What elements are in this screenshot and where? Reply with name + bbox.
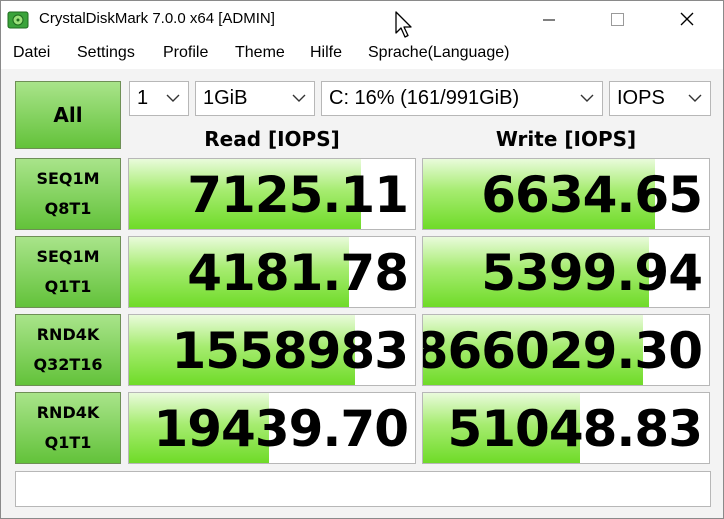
test-size-value: 1GiB	[203, 87, 248, 109]
all-tests-button[interactable]: All	[15, 81, 121, 149]
unit-select[interactable]: IOPS	[609, 81, 711, 116]
chevron-down-icon	[292, 94, 306, 102]
test-name-line2: Q8T1	[44, 199, 92, 218]
read-result-seq1m-q1t1: 4181.78	[128, 236, 416, 308]
menu-settings[interactable]: Settings	[77, 44, 135, 62]
test-size-select[interactable]: 1GiB	[195, 81, 315, 116]
test-count-select[interactable]: 1	[129, 81, 189, 116]
test-button-seq1m-q8t1[interactable]: SEQ1M Q8T1	[15, 158, 121, 230]
minimize-button[interactable]	[526, 1, 572, 39]
write-result-value: 6634.65	[481, 166, 703, 224]
menu-profile[interactable]: Profile	[163, 44, 208, 62]
test-name-line1: RND4K	[36, 403, 100, 422]
window-title: CrystalDiskMark 7.0.0 x64 [ADMIN]	[39, 10, 275, 27]
chevron-down-icon	[166, 94, 180, 102]
write-result-value: 5399.94	[481, 244, 703, 302]
read-result-rnd4k-q1t1: 19439.70	[128, 392, 416, 464]
test-name-line1: RND4K	[36, 325, 100, 344]
menu-theme[interactable]: Theme	[235, 44, 285, 62]
read-result-value: 19439.70	[153, 400, 409, 458]
close-button[interactable]	[664, 1, 710, 39]
write-result-seq1m-q1t1: 5399.94	[422, 236, 710, 308]
test-count-value: 1	[137, 87, 149, 109]
read-result-value: 7125.11	[187, 166, 409, 224]
test-button-rnd4k-q32t16[interactable]: RND4K Q32T16	[15, 314, 121, 386]
write-result-value: 866029.30	[422, 322, 703, 380]
drive-value: C: 16% (161/991GiB)	[329, 87, 520, 109]
title-bar[interactable]: CrystalDiskMark 7.0.0 x64 [ADMIN]	[1, 1, 723, 39]
write-result-value: 51048.83	[447, 400, 703, 458]
menu-datei[interactable]: Datei	[13, 44, 50, 62]
menu-language[interactable]: Sprache(Language)	[368, 44, 509, 62]
read-column-header: Read [IOPS]	[204, 127, 340, 151]
app-window: CrystalDiskMark 7.0.0 x64 [ADMIN] Datei …	[0, 0, 724, 519]
write-result-seq1m-q8t1: 6634.65	[422, 158, 710, 230]
drive-select[interactable]: C: 16% (161/991GiB)	[321, 81, 603, 116]
maximize-button[interactable]	[594, 1, 640, 39]
test-button-seq1m-q1t1[interactable]: SEQ1M Q1T1	[15, 236, 121, 308]
read-result-seq1m-q8t1: 7125.11	[128, 158, 416, 230]
write-column-header: Write [IOPS]	[495, 127, 637, 151]
menu-bar: Datei Settings Profile Theme Hilfe Sprac…	[1, 39, 723, 69]
write-result-rnd4k-q1t1: 51048.83	[422, 392, 710, 464]
read-result-value: 1558983	[171, 322, 409, 380]
test-name-line2: Q32T16	[33, 355, 103, 374]
menu-hilfe[interactable]: Hilfe	[310, 44, 342, 62]
chevron-down-icon	[580, 94, 594, 102]
app-disk-icon	[7, 11, 29, 29]
test-button-rnd4k-q1t1[interactable]: RND4K Q1T1	[15, 392, 121, 464]
chevron-down-icon	[688, 94, 702, 102]
test-name-line2: Q1T1	[44, 433, 92, 452]
write-result-rnd4k-q32t16: 866029.30	[422, 314, 710, 386]
mouse-pointer-icon	[395, 11, 412, 38]
comment-input[interactable]	[15, 471, 711, 507]
test-name-line2: Q1T1	[44, 277, 92, 296]
test-name-line1: SEQ1M	[36, 169, 100, 188]
test-name-line1: SEQ1M	[36, 247, 100, 266]
read-result-rnd4k-q32t16: 1558983	[128, 314, 416, 386]
read-result-value: 4181.78	[187, 244, 409, 302]
unit-value: IOPS	[617, 87, 665, 109]
